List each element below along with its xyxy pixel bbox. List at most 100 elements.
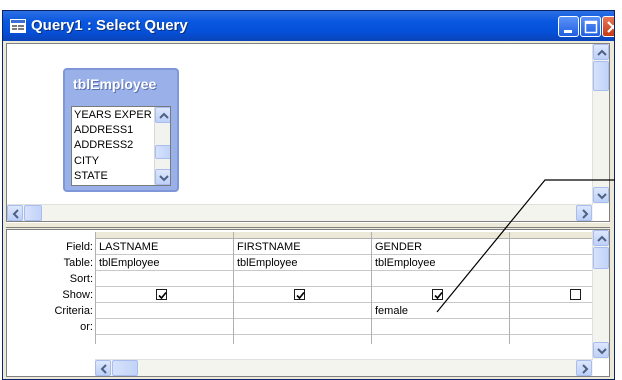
or-cell[interactable]	[372, 319, 509, 335]
column-selector[interactable]	[372, 232, 509, 239]
scroll-thumb[interactable]	[112, 360, 138, 376]
show-cell	[234, 287, 371, 303]
grid-column-empty	[509, 232, 593, 344]
checkmark-icon	[434, 291, 443, 300]
table-cell[interactable]: tblEmployee	[234, 255, 371, 271]
grid-horizontal-scrollbar[interactable]	[95, 359, 593, 376]
field-cell[interactable]	[510, 239, 593, 255]
scroll-right-button[interactable]	[576, 360, 592, 376]
scroll-up-button[interactable]	[593, 230, 609, 246]
field-item[interactable]: YEARS EXPER	[74, 108, 152, 123]
scroll-up-button[interactable]	[155, 107, 170, 123]
column-selector[interactable]	[510, 232, 593, 239]
chevron-down-icon	[597, 348, 607, 355]
field-item[interactable]: ADDRESS2	[74, 138, 133, 153]
field-list: YEARS EXPER ADDRESS1 ADDRESS2 CITY STATE	[71, 106, 171, 186]
show-checkbox[interactable]	[156, 289, 167, 300]
table-title[interactable]: tblEmployee	[73, 76, 156, 92]
empty-cell[interactable]	[510, 335, 593, 344]
grid-column-firstname: FIRSTNAME tblEmployee	[233, 232, 372, 344]
show-cell	[372, 287, 509, 303]
scroll-up-button[interactable]	[593, 44, 609, 60]
sort-cell[interactable]	[96, 271, 233, 287]
row-label-field: Field:	[66, 241, 93, 253]
table-cell[interactable]: tblEmployee	[372, 255, 509, 271]
show-checkbox[interactable]	[294, 289, 305, 300]
chevron-down-icon	[597, 193, 607, 200]
column-selector[interactable]	[234, 232, 371, 239]
row-label-or: or:	[80, 321, 93, 333]
upper-vertical-scrollbar[interactable]	[592, 44, 609, 204]
or-cell[interactable]	[234, 319, 371, 335]
scroll-thumb[interactable]	[593, 247, 609, 269]
field-cell[interactable]: LASTNAME	[96, 239, 233, 255]
table-cell[interactable]	[510, 255, 593, 271]
scroll-thumb[interactable]	[593, 61, 609, 91]
table-pane: tblEmployee YEARS EXPER ADDRESS1 ADDRESS…	[6, 43, 610, 222]
row-label-sort: Sort:	[69, 273, 93, 285]
field-list-scrollbar[interactable]	[154, 107, 170, 185]
criteria-cell[interactable]	[234, 303, 371, 319]
chevron-left-icon	[100, 364, 107, 374]
sort-cell[interactable]	[372, 271, 509, 287]
row-label-show: Show:	[62, 289, 93, 301]
checkmark-icon	[296, 291, 305, 300]
show-cell	[96, 287, 233, 303]
sort-cell[interactable]	[234, 271, 371, 287]
design-grid-pane: Field: Table: Sort: Show: Criteria: or: …	[6, 229, 610, 377]
grid-vertical-scrollbar[interactable]	[592, 230, 609, 359]
scroll-left-button[interactable]	[95, 360, 111, 376]
scroll-right-button[interactable]	[576, 205, 592, 221]
empty-cell[interactable]	[234, 335, 371, 344]
column-selector[interactable]	[96, 232, 233, 239]
upper-horizontal-scrollbar[interactable]	[7, 204, 593, 221]
close-icon	[607, 21, 614, 33]
scroll-down-button[interactable]	[593, 187, 609, 203]
checkmark-icon	[158, 291, 167, 300]
or-cell[interactable]	[510, 319, 593, 335]
chevron-up-icon	[159, 112, 169, 119]
criteria-cell[interactable]	[96, 303, 233, 319]
criteria-cell[interactable]: female	[372, 303, 509, 319]
query-design-grid: LASTNAME tblEmployee FIRSTNAME tblEmploy…	[95, 232, 593, 344]
sort-cell[interactable]	[510, 271, 593, 287]
field-cell[interactable]: GENDER	[372, 239, 509, 255]
title-bar[interactable]: Query1 : Select Query	[3, 11, 614, 41]
grid-column-gender: GENDER tblEmployee female	[371, 232, 510, 344]
show-cell	[510, 287, 593, 303]
chevron-up-icon	[597, 235, 607, 242]
empty-cell[interactable]	[96, 335, 233, 344]
scroll-thumb[interactable]	[155, 145, 170, 159]
scroll-left-button[interactable]	[7, 205, 23, 221]
or-cell[interactable]	[96, 319, 233, 335]
show-checkbox[interactable]	[570, 289, 581, 300]
table-field-list[interactable]: tblEmployee YEARS EXPER ADDRESS1 ADDRESS…	[63, 68, 179, 192]
maximize-icon	[584, 20, 598, 34]
minimize-button[interactable]	[558, 16, 579, 37]
grid-column-lastname: LASTNAME tblEmployee	[95, 232, 234, 344]
scroll-down-button[interactable]	[155, 169, 170, 185]
row-label-table: Table:	[63, 257, 93, 269]
scroll-down-button[interactable]	[593, 342, 609, 358]
empty-cell[interactable]	[372, 335, 509, 344]
table-cell[interactable]: tblEmployee	[96, 255, 233, 271]
query-icon	[10, 19, 26, 33]
minimize-icon	[564, 30, 572, 33]
field-cell[interactable]: FIRSTNAME	[234, 239, 371, 255]
chevron-down-icon	[159, 175, 169, 182]
maximize-button[interactable]	[580, 16, 601, 37]
row-label-criteria: Criteria:	[54, 305, 93, 317]
chevron-right-icon	[582, 364, 589, 374]
query-window: Query1 : Select Query tblEmployee YEARS …	[2, 10, 615, 380]
field-item[interactable]: CITY	[74, 154, 99, 169]
chevron-left-icon	[12, 209, 19, 219]
show-checkbox[interactable]	[432, 289, 443, 300]
chevron-up-icon	[597, 49, 607, 56]
pane-splitter[interactable]	[6, 222, 610, 228]
close-button[interactable]	[602, 16, 614, 37]
field-item[interactable]: ADDRESS1	[74, 123, 133, 138]
chevron-right-icon	[582, 209, 589, 219]
scroll-thumb[interactable]	[24, 205, 42, 221]
criteria-cell[interactable]	[510, 303, 593, 319]
field-item[interactable]: STATE	[74, 169, 108, 184]
